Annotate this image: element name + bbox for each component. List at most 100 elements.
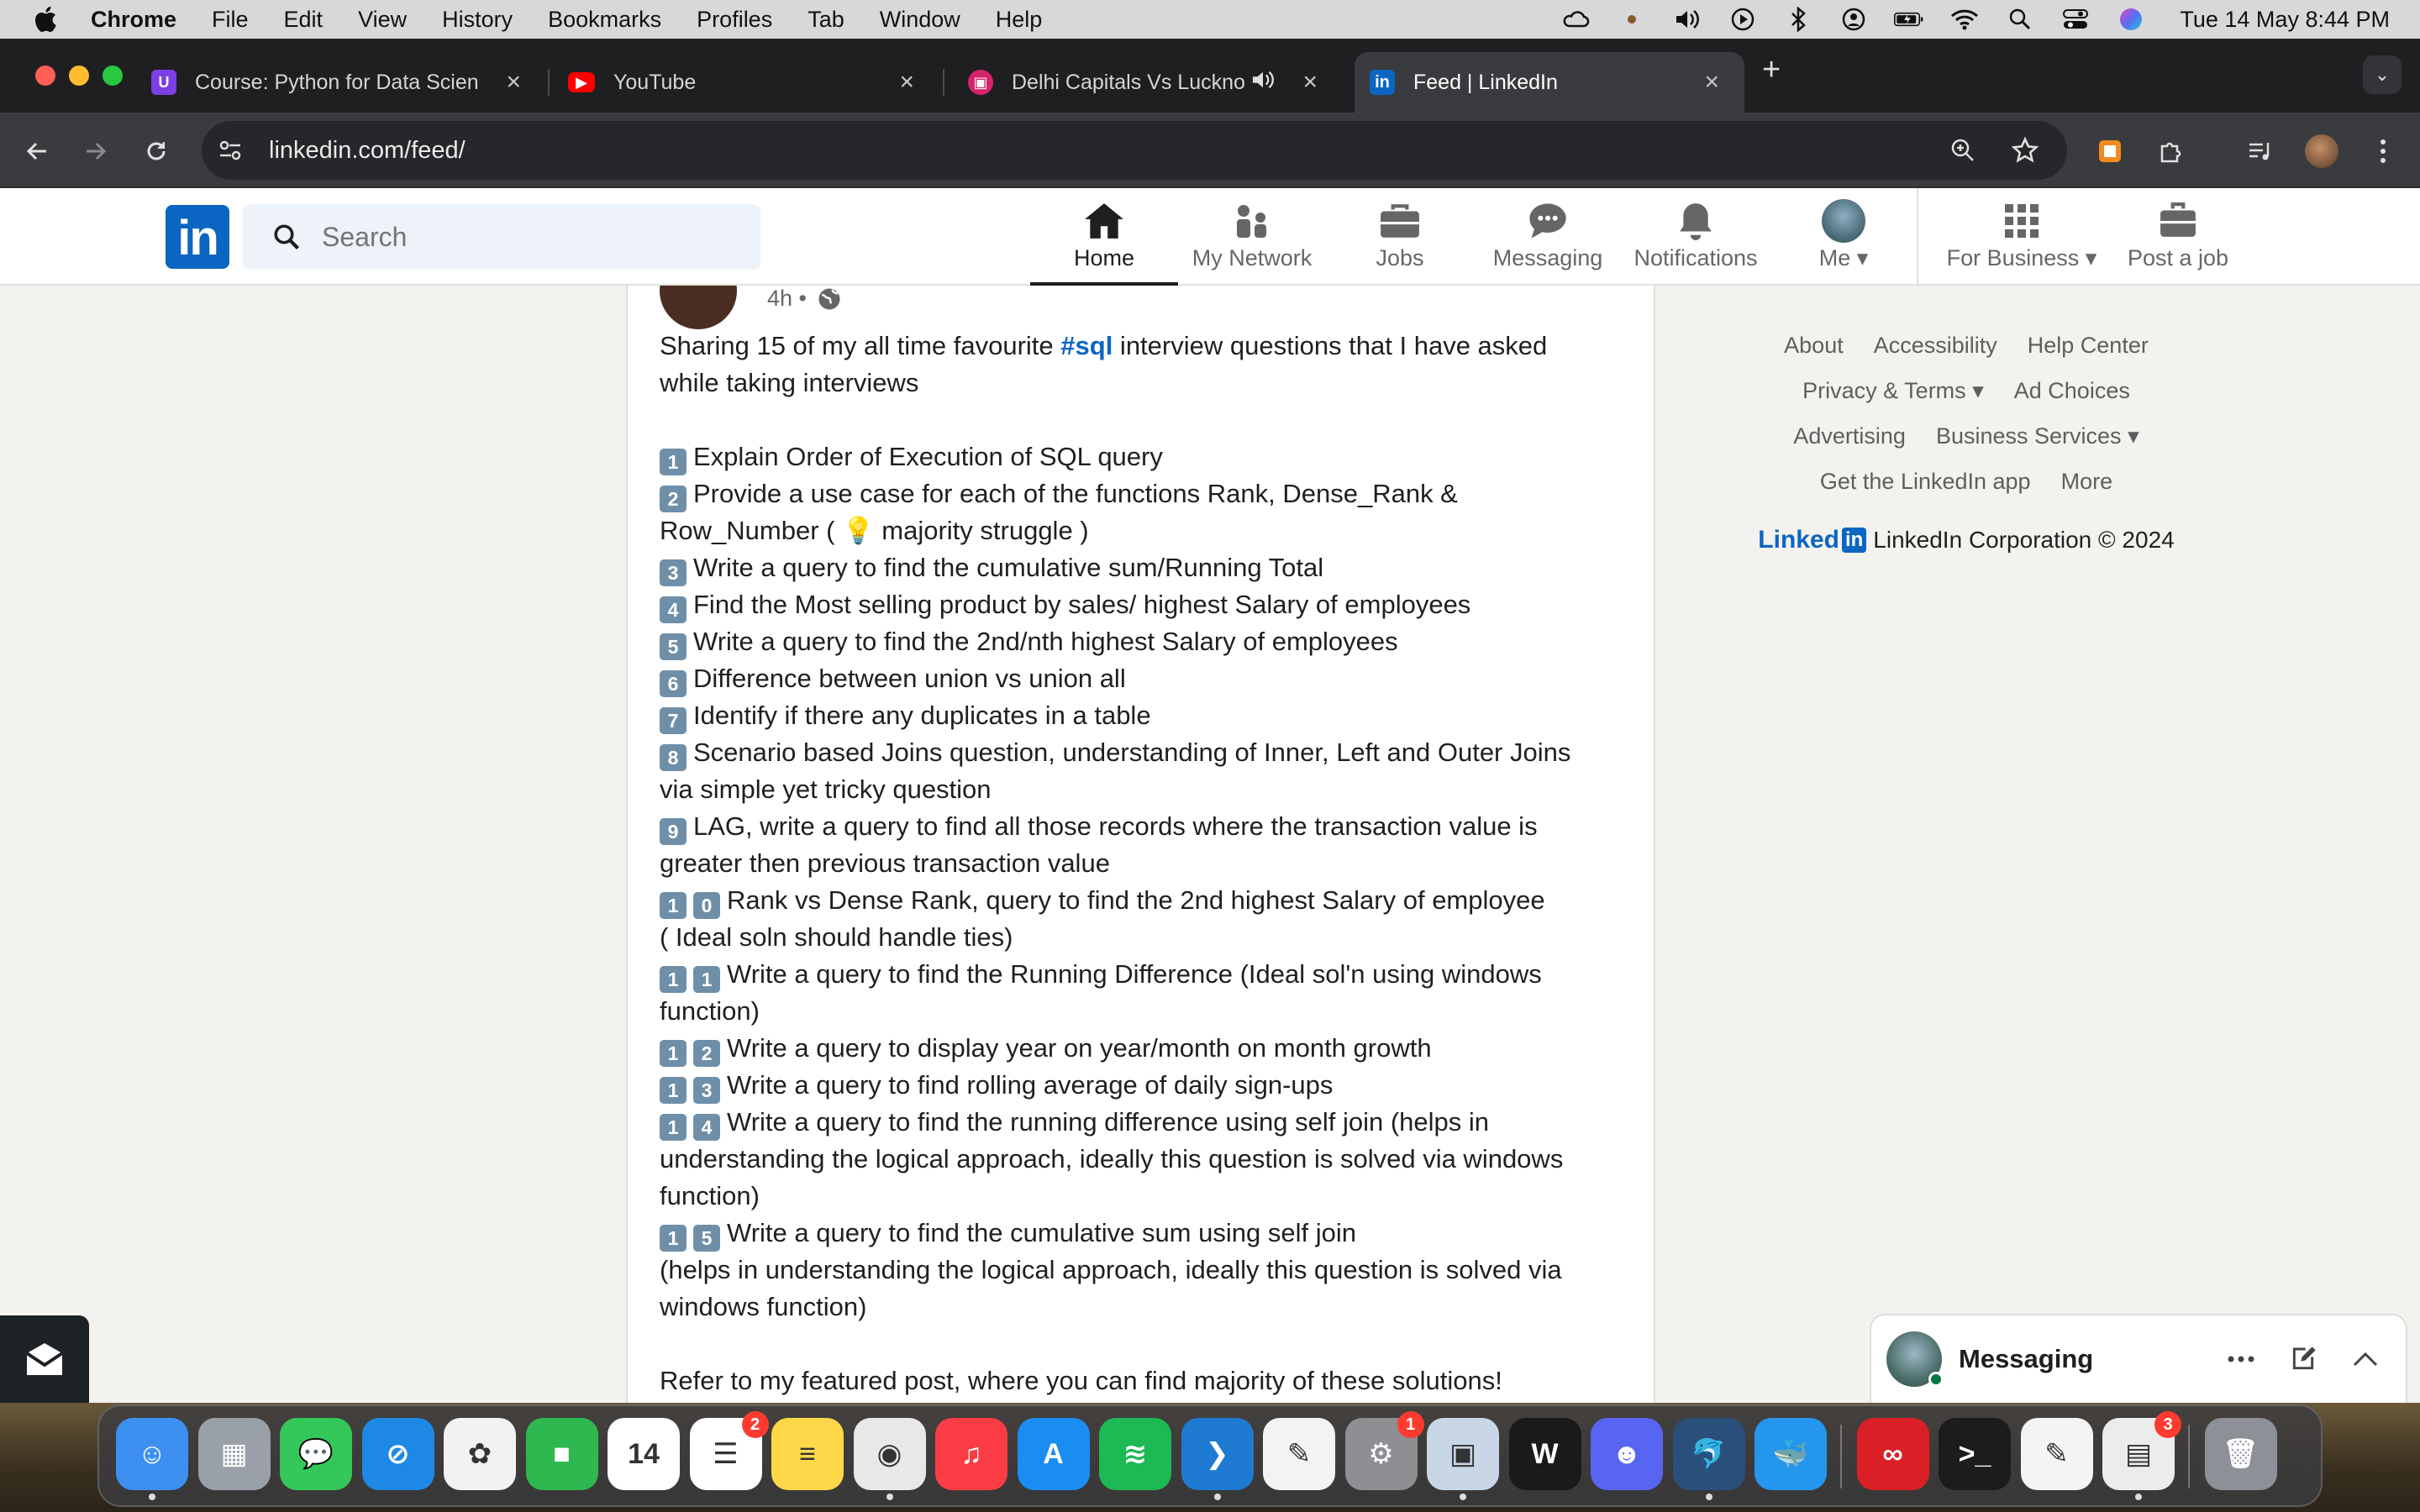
forward-button[interactable]	[77, 133, 114, 170]
close-icon[interactable]: ×	[1704, 68, 1719, 97]
menu-profiles[interactable]: Profiles	[697, 7, 772, 33]
dock-trash-icon[interactable]: 🗑	[2204, 1418, 2277, 1490]
dock-reminders-icon[interactable]: ☰ 2	[689, 1411, 769, 1490]
site-info-icon[interactable]	[212, 132, 249, 169]
dock-safari-icon[interactable]: ⊘	[361, 1418, 434, 1490]
dock-messages-icon[interactable]: 💬	[280, 1418, 352, 1490]
menu-history[interactable]: History	[442, 7, 513, 33]
dock-facetime-icon[interactable]: ■	[525, 1418, 598, 1490]
dock-calendar-icon[interactable]: 14	[608, 1418, 680, 1490]
nav-my-network[interactable]: My Network	[1178, 200, 1326, 286]
url-text[interactable]: linkedin.com/feed/	[269, 137, 466, 165]
wifi-icon[interactable]	[1949, 6, 1980, 33]
window-minimize-button[interactable]	[69, 66, 89, 86]
battery-icon[interactable]	[1894, 6, 1924, 33]
window-close-button[interactable]	[35, 66, 55, 86]
dock-textedit-icon[interactable]: ✎	[2020, 1418, 2093, 1490]
footer-about-link[interactable]: About	[1784, 333, 1844, 359]
tab-course[interactable]: U Course: Python for Data Scien ×	[151, 52, 546, 113]
profile-avatar[interactable]	[2303, 133, 2340, 170]
chrome-menu-icon[interactable]	[2365, 133, 2402, 170]
messaging-title[interactable]: Messaging	[1959, 1344, 2093, 1374]
dock-spotify-icon[interactable]: ≋	[1099, 1418, 1171, 1490]
tab-cricket-stream[interactable]: ▣ Delhi Capitals Vs Luckno ×	[948, 52, 1343, 113]
menu-tab[interactable]: Tab	[808, 7, 844, 33]
dock-system-settings-icon[interactable]: ⚙ 1	[1344, 1411, 1424, 1490]
compose-message-icon[interactable]	[2285, 1341, 2322, 1378]
close-icon[interactable]: ×	[1302, 68, 1318, 97]
tab-search-button[interactable]: ⌄	[2363, 55, 2402, 94]
close-icon[interactable]: ×	[899, 68, 914, 97]
footer-business-services-link[interactable]: Business Services ▾	[1936, 423, 2139, 449]
search-input[interactable]	[322, 221, 725, 253]
dock-vscode-icon[interactable]: ❯	[1181, 1418, 1254, 1500]
floating-widget-button[interactable]	[0, 1315, 89, 1403]
messaging-overlay[interactable]: Messaging	[1871, 1315, 2406, 1403]
menubar-clock[interactable]: Tue 14 May 8:44 PM	[2180, 7, 2390, 33]
dock-music-icon[interactable]: ♫	[935, 1418, 1007, 1490]
extension-icon[interactable]	[2091, 133, 2128, 170]
close-icon[interactable]: ×	[506, 68, 521, 97]
window-zoom-button[interactable]	[103, 66, 123, 86]
menu-window[interactable]: Window	[880, 7, 960, 33]
user-account-icon[interactable]	[1839, 6, 1869, 33]
more-options-icon[interactable]	[2223, 1341, 2260, 1378]
dock-terminal-icon[interactable]: >_	[1939, 1418, 2011, 1490]
footer-get-app-link[interactable]: Get the LinkedIn app	[1820, 469, 2031, 495]
menu-bookmarks[interactable]: Bookmarks	[548, 7, 661, 33]
dock-webex-icon[interactable]: W	[1508, 1418, 1581, 1490]
dock-office-installer-icon[interactable]: ▤ 3	[2102, 1411, 2181, 1500]
footer-more-link[interactable]: More	[2061, 469, 2113, 495]
dock-mysql-workbench-icon[interactable]: 🐬	[1672, 1418, 1745, 1500]
dock-preview-icon[interactable]: ▣	[1427, 1418, 1499, 1500]
extensions-puzzle-icon[interactable]	[2152, 133, 2189, 170]
siri-icon[interactable]	[2116, 6, 2146, 33]
tab-youtube[interactable]: ▶ YouTube ×	[553, 52, 939, 113]
address-bar[interactable]: linkedin.com/feed/	[202, 121, 2067, 180]
new-tab-button[interactable]: +	[1762, 52, 1781, 88]
dock-docker-icon[interactable]: 🐳	[1754, 1418, 1827, 1490]
footer-ad-choices-link[interactable]: Ad Choices	[2014, 378, 2130, 404]
dock-creative-cloud-icon[interactable]: ∞	[1856, 1418, 1929, 1490]
tab-linkedin-feed[interactable]: in Feed | LinkedIn ×	[1355, 52, 1744, 113]
dock-chrome-icon[interactable]: ◉	[853, 1418, 926, 1500]
zoom-icon[interactable]	[1944, 132, 1981, 169]
dock-discord-icon[interactable]: ☻	[1591, 1418, 1663, 1490]
dock-app-store-icon[interactable]: A	[1017, 1418, 1090, 1490]
nav-me[interactable]: Me ▾	[1770, 199, 1918, 286]
spotlight-search-icon[interactable]	[2005, 6, 2035, 33]
apple-icon[interactable]	[32, 4, 62, 34]
nav-messaging[interactable]: Messaging	[1474, 200, 1622, 286]
dock-notes-icon[interactable]: ≡	[771, 1418, 844, 1490]
now-playing-icon[interactable]	[1728, 6, 1758, 33]
nav-for-business[interactable]: For Business ▾	[1929, 200, 2114, 286]
nav-jobs[interactable]: Jobs	[1326, 200, 1474, 286]
dock-photos-icon[interactable]: ✿	[444, 1418, 516, 1490]
menu-edit[interactable]: Edit	[284, 7, 324, 33]
reload-button[interactable]	[138, 133, 175, 170]
author-avatar[interactable]	[660, 286, 737, 329]
nav-home[interactable]: Home	[1030, 200, 1178, 286]
dock-pages-icon[interactable]: ✎	[1263, 1418, 1335, 1490]
dock-finder-icon[interactable]: ☺	[116, 1418, 188, 1500]
menu-help[interactable]: Help	[996, 7, 1043, 33]
menu-app-name[interactable]: Chrome	[91, 7, 176, 33]
menu-file[interactable]: File	[212, 7, 249, 33]
footer-advertising-link[interactable]: Advertising	[1793, 423, 1906, 449]
media-controls-icon[interactable]	[2242, 133, 2279, 170]
menu-view[interactable]: View	[358, 7, 407, 33]
nav-notifications[interactable]: Notifications	[1622, 200, 1770, 286]
bluetooth-icon[interactable]	[1783, 6, 1813, 33]
nav-post-a-job[interactable]: Post a job	[2114, 200, 2242, 286]
control-center-icon[interactable]	[2060, 6, 2091, 33]
volume-icon[interactable]	[1672, 6, 1702, 33]
linkedin-logo[interactable]: in	[166, 205, 229, 269]
footer-help-center-link[interactable]: Help Center	[2028, 333, 2149, 359]
footer-accessibility-link[interactable]: Accessibility	[1874, 333, 1997, 359]
hashtag-link[interactable]: #sql	[1060, 331, 1113, 360]
bookmark-star-icon[interactable]	[2007, 132, 2044, 169]
creative-cloud-status-icon[interactable]	[1561, 6, 1591, 33]
footer-privacy-terms-link[interactable]: Privacy & Terms ▾	[1802, 378, 1984, 404]
back-button[interactable]	[18, 133, 55, 170]
search-box[interactable]	[243, 204, 760, 270]
